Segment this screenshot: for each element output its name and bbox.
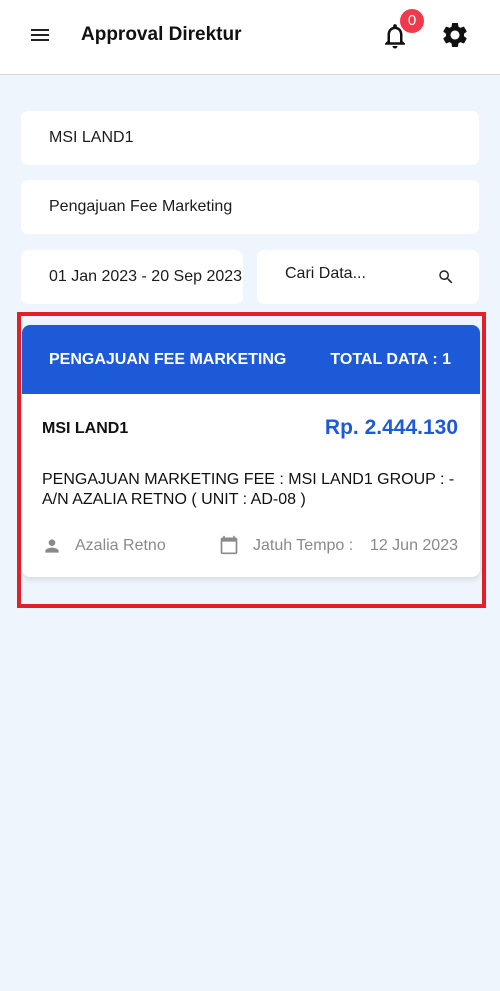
company-select-value: MSI LAND1 (49, 129, 134, 146)
person-icon (45, 539, 59, 553)
result-card-header: PENGAJUAN FEE MARKETING TOTAL DATA : 1 (22, 325, 480, 394)
calendar-icon (220, 535, 238, 555)
total-data-count: TOTAL DATA : 1 (330, 351, 451, 368)
date-range-value: 01 Jan 2023 - 20 Sep 2023 (49, 268, 243, 285)
due-date-label: Jatuh Tempo : (253, 537, 354, 554)
app-bar: Approval Direktur 0 (0, 0, 500, 75)
item-person: Azalia Retno (75, 537, 166, 554)
date-range-picker[interactable]: 01 Jan 2023 - 20 Sep 2023 (21, 250, 243, 304)
page-title: Approval Direktur (81, 24, 242, 45)
submission-type-value: Pengajuan Fee Marketing (49, 198, 233, 215)
gear-icon[interactable] (440, 20, 470, 50)
search-box[interactable] (257, 250, 479, 304)
menu-icon[interactable] (29, 26, 51, 44)
search-icon[interactable] (437, 268, 455, 286)
item-company: MSI LAND1 (42, 420, 129, 437)
result-card-title: PENGAJUAN FEE MARKETING (49, 351, 287, 368)
item-description: PENGAJUAN MARKETING FEE : MSI LAND1 GROU… (42, 471, 455, 508)
company-select[interactable]: MSI LAND1 (21, 111, 479, 165)
due-date-value: 12 Jun 2023 (369, 537, 458, 554)
item-amount: Rp. 2.444.130 (324, 416, 458, 439)
submission-type-select[interactable]: Pengajuan Fee Marketing (21, 180, 479, 234)
notification-badge: 0 (400, 9, 424, 33)
result-card[interactable]: PENGAJUAN FEE MARKETING TOTAL DATA : 1 M… (22, 325, 480, 577)
search-input[interactable] (285, 265, 425, 283)
